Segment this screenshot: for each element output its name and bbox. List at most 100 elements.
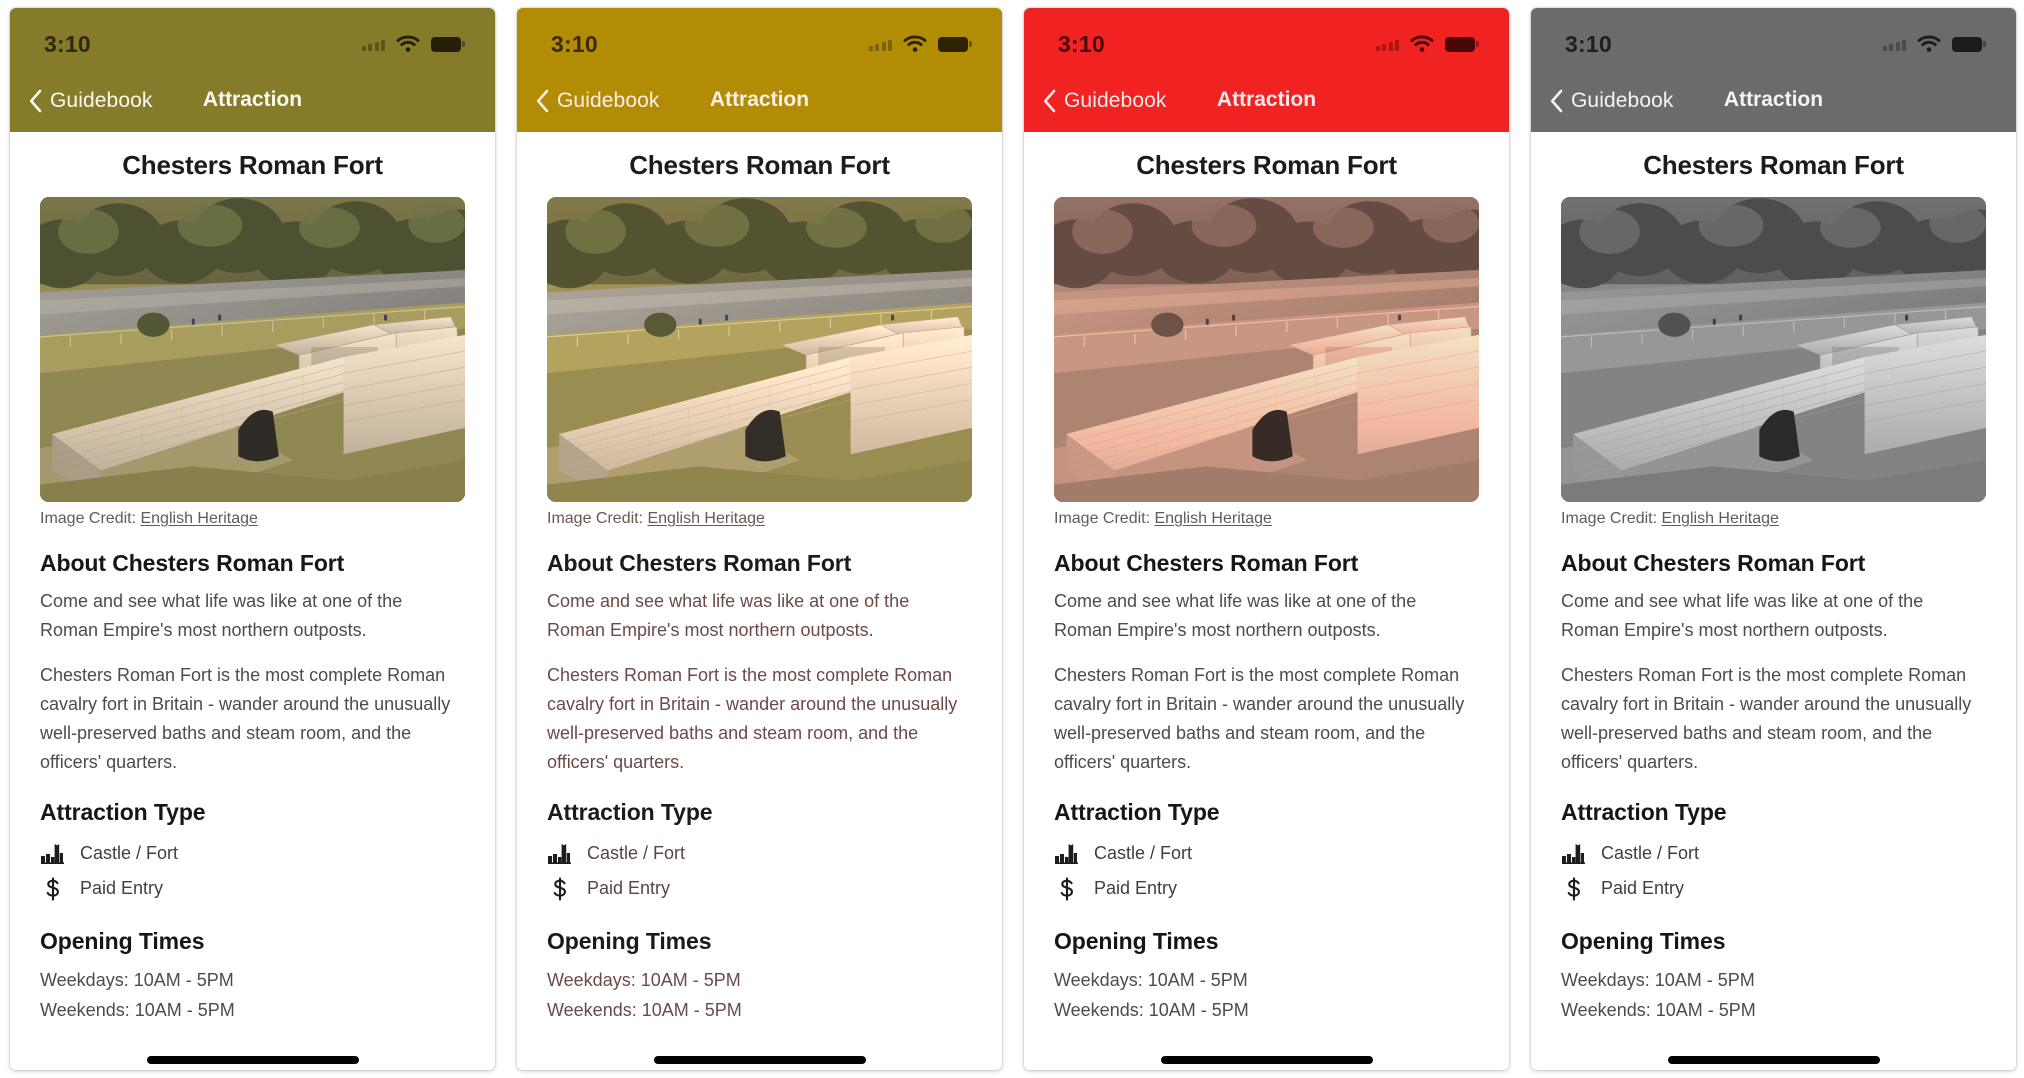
- about-paragraph-1: Come and see what life was like at one o…: [40, 591, 403, 640]
- attraction-type-row: Castle / Fort: [1561, 836, 1986, 871]
- home-indicator[interactable]: [1160, 1056, 1373, 1064]
- attraction-type-row: Paid Entry: [1054, 871, 1479, 906]
- image-credit-link[interactable]: English Heritage: [647, 510, 764, 527]
- back-button[interactable]: Guidebook: [28, 89, 152, 113]
- screen-content: Chesters Roman Fort Image Credit: Englis…: [10, 132, 495, 1070]
- image-credit-prefix: Image Credit:: [1054, 510, 1155, 527]
- about-paragraph-1: Come and see what life was like at one o…: [547, 591, 910, 640]
- image-credit-prefix: Image Credit:: [40, 510, 141, 527]
- nav-bar: Guidebook Attraction: [1531, 74, 2016, 132]
- opening-times-row: Weekdays: 10AM - 5PM: [1561, 970, 1755, 990]
- screen-content: Chesters Roman Fort Image Credit: Englis…: [517, 132, 1002, 1070]
- image-credit-prefix: Image Credit:: [547, 510, 648, 527]
- chevron-left-icon: [1042, 89, 1057, 113]
- attraction-type-row: Castle / Fort: [40, 836, 465, 871]
- signal-dots-icon: [1882, 37, 1906, 51]
- battery-icon: [1445, 36, 1479, 52]
- opening-times-row: Weekends: 10AM - 5PM: [1054, 1000, 1249, 1020]
- castle-fort-icon: [40, 843, 66, 865]
- back-button-label: Guidebook: [1064, 89, 1167, 112]
- opening-times-heading: Opening Times: [1561, 928, 1726, 954]
- dollar-sign-icon: [1054, 876, 1080, 901]
- attraction-type-list: Castle / Fort Paid Entry: [547, 836, 972, 906]
- chevron-left-icon: [535, 89, 550, 113]
- image-credit: Image Credit: English Heritage: [40, 502, 465, 528]
- opening-times-list: Weekdays: 10AM - 5PM Weekends: 10AM - 5P…: [40, 965, 465, 1025]
- attraction-photo[interactable]: [1561, 197, 1986, 502]
- attraction-type-label: Castle / Fort: [587, 843, 686, 863]
- attraction-type-row: Castle / Fort: [1054, 836, 1479, 871]
- status-indicators: [361, 35, 465, 53]
- screen-content: Chesters Roman Fort Image Credit: Englis…: [1024, 132, 1509, 1070]
- status-bar: 3:10: [1024, 8, 1509, 74]
- attraction-type-label: Paid Entry: [1601, 878, 1685, 898]
- home-indicator[interactable]: [653, 1056, 866, 1064]
- about-heading: About Chesters Roman Fort: [547, 550, 852, 576]
- status-bar: 3:10: [517, 8, 1002, 74]
- attraction-type-list: Castle / Fort Paid Entry: [1054, 836, 1479, 906]
- attraction-type-label: Paid Entry: [587, 878, 671, 898]
- status-indicators: [1882, 35, 1986, 53]
- back-button[interactable]: Guidebook: [1042, 89, 1166, 113]
- signal-dots-icon: [361, 37, 385, 51]
- status-clock: 3:10: [551, 30, 598, 57]
- attraction-type-heading: Attraction Type: [1561, 799, 1727, 825]
- page-title: Chesters Roman Fort: [122, 150, 383, 180]
- about-paragraph-2: Chesters Roman Fort is the most complete…: [1561, 665, 1972, 772]
- back-button[interactable]: Guidebook: [1549, 89, 1673, 113]
- nav-bar: Guidebook Attraction: [517, 74, 1002, 132]
- wifi-icon: [1917, 35, 1941, 53]
- battery-icon: [431, 36, 465, 52]
- battery-icon: [1952, 36, 1986, 52]
- dollar-sign-icon: [547, 876, 573, 901]
- nav-bar: Guidebook Attraction: [1024, 74, 1509, 132]
- wifi-icon: [903, 35, 927, 53]
- status-clock: 3:10: [44, 30, 91, 57]
- opening-times-row: Weekends: 10AM - 5PM: [1561, 1000, 1756, 1020]
- about-paragraph-2: Chesters Roman Fort is the most complete…: [40, 665, 451, 772]
- opening-times-row: Weekends: 10AM - 5PM: [40, 1000, 235, 1020]
- screen-content: Chesters Roman Fort Image Credit: Englis…: [1531, 132, 2016, 1070]
- home-indicator[interactable]: [1667, 1056, 1880, 1064]
- about-heading: About Chesters Roman Fort: [1054, 550, 1359, 576]
- attraction-type-row: Paid Entry: [547, 871, 972, 906]
- dollar-sign-icon: [40, 876, 66, 901]
- opening-times-list: Weekdays: 10AM - 5PM Weekends: 10AM - 5P…: [1561, 965, 1986, 1025]
- attraction-photo[interactable]: [40, 197, 465, 502]
- opening-times-row: Weekends: 10AM - 5PM: [547, 1000, 742, 1020]
- image-credit: Image Credit: English Heritage: [1054, 502, 1479, 528]
- opening-times-heading: Opening Times: [547, 928, 712, 954]
- opening-times-heading: Opening Times: [1054, 928, 1219, 954]
- castle-fort-icon: [1561, 843, 1587, 865]
- signal-dots-icon: [868, 37, 892, 51]
- wifi-icon: [1410, 35, 1434, 53]
- image-credit-link[interactable]: English Heritage: [1661, 510, 1778, 527]
- attraction-type-label: Paid Entry: [1094, 878, 1178, 898]
- opening-times-row: Weekdays: 10AM - 5PM: [1054, 970, 1248, 990]
- attraction-type-list: Castle / Fort Paid Entry: [40, 836, 465, 906]
- phone-panel-gray: 3:10 Guidebook Attraction Chesters Roman…: [1531, 8, 2016, 1070]
- image-credit: Image Credit: English Heritage: [1561, 502, 1986, 528]
- attraction-photo[interactable]: [547, 197, 972, 502]
- image-credit-link[interactable]: English Heritage: [1154, 510, 1271, 527]
- panel-grid: 3:10 Guidebook Attraction Chesters Roman…: [0, 0, 2024, 1078]
- signal-dots-icon: [1375, 37, 1399, 51]
- about-paragraph-2: Chesters Roman Fort is the most complete…: [1054, 665, 1465, 772]
- page-title: Chesters Roman Fort: [1136, 150, 1397, 180]
- image-credit-link[interactable]: English Heritage: [140, 510, 257, 527]
- back-button[interactable]: Guidebook: [535, 89, 659, 113]
- opening-times-row: Weekdays: 10AM - 5PM: [547, 970, 741, 990]
- attraction-type-label: Paid Entry: [80, 878, 164, 898]
- attraction-type-heading: Attraction Type: [547, 799, 713, 825]
- dollar-sign-icon: [1561, 876, 1587, 901]
- roman-fort-illustration: [1054, 197, 1479, 502]
- opening-times-list: Weekdays: 10AM - 5PM Weekends: 10AM - 5P…: [1054, 965, 1479, 1025]
- attraction-photo[interactable]: [1054, 197, 1479, 502]
- home-indicator[interactable]: [146, 1056, 359, 1064]
- attraction-type-label: Castle / Fort: [1094, 843, 1193, 863]
- opening-times-row: Weekdays: 10AM - 5PM: [40, 970, 234, 990]
- nav-bar: Guidebook Attraction: [10, 74, 495, 132]
- attraction-type-label: Castle / Fort: [1601, 843, 1700, 863]
- back-button-label: Guidebook: [50, 89, 153, 112]
- castle-fort-icon: [547, 843, 573, 865]
